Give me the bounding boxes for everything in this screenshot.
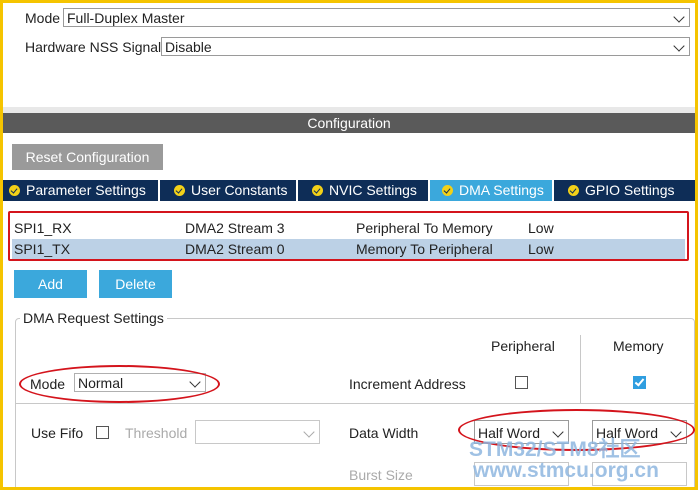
tab-label: DMA Settings <box>459 182 544 198</box>
nss-select[interactable]: Disable <box>161 37 690 56</box>
tab-user-constants[interactable]: User Constants <box>160 180 298 201</box>
check-circle-icon <box>312 185 323 196</box>
settings-tab-bar: Parameter Settings User Constants NVIC S… <box>3 180 695 201</box>
spi-configuration-panel: Mode Full-Duplex Master Hardware NSS Sig… <box>0 0 698 490</box>
use-fifo-label: Use Fifo <box>31 425 84 441</box>
check-circle-icon <box>568 185 579 196</box>
tab-label: Parameter Settings <box>26 182 146 198</box>
reset-configuration-button[interactable]: Reset Configuration <box>12 144 163 170</box>
tab-parameter-settings[interactable]: Parameter Settings <box>3 180 160 201</box>
mode-select[interactable]: Full-Duplex Master <box>63 8 690 27</box>
tab-label: User Constants <box>191 182 288 198</box>
threshold-select[interactable] <box>195 420 320 444</box>
data-width-label: Data Width <box>349 425 419 441</box>
check-circle-icon <box>9 185 20 196</box>
watermark-url: www.stmcu.org.cn <box>473 459 659 482</box>
nss-label: Hardware NSS Signal <box>25 39 162 55</box>
burst-size-label: Burst Size <box>349 467 413 483</box>
increment-address-label: Increment Address <box>349 376 466 392</box>
section-divider <box>15 403 695 404</box>
increment-peripheral-checkbox[interactable] <box>515 376 528 389</box>
tab-label: NVIC Settings <box>329 182 417 198</box>
check-circle-icon <box>442 185 453 196</box>
tab-label: GPIO Settings <box>585 182 675 198</box>
nss-select-value: Disable <box>165 39 212 55</box>
check-circle-icon <box>174 185 185 196</box>
column-divider <box>580 335 581 403</box>
chevron-down-icon <box>673 40 685 52</box>
tab-nvic-settings[interactable]: NVIC Settings <box>298 180 430 201</box>
mode-select-value: Full-Duplex Master <box>67 10 185 26</box>
delete-button[interactable]: Delete <box>99 270 172 298</box>
add-button[interactable]: Add <box>14 270 87 298</box>
tab-dma-settings[interactable]: DMA Settings <box>430 180 554 201</box>
use-fifo-checkbox[interactable] <box>96 426 109 439</box>
mode-label: Mode <box>25 10 61 26</box>
chevron-down-icon <box>303 426 315 438</box>
chevron-down-icon <box>673 11 685 23</box>
group-title: DMA Request Settings <box>20 310 167 326</box>
memory-column-header: Memory <box>613 338 664 354</box>
highlight-rectangle <box>8 211 689 261</box>
highlight-ellipse <box>19 365 220 403</box>
tab-gpio-settings[interactable]: GPIO Settings <box>554 180 695 201</box>
configuration-header: Configuration <box>3 113 695 133</box>
increment-memory-checkbox[interactable] <box>633 376 646 389</box>
threshold-label: Threshold <box>125 425 188 441</box>
peripheral-column-header: Peripheral <box>491 338 555 354</box>
